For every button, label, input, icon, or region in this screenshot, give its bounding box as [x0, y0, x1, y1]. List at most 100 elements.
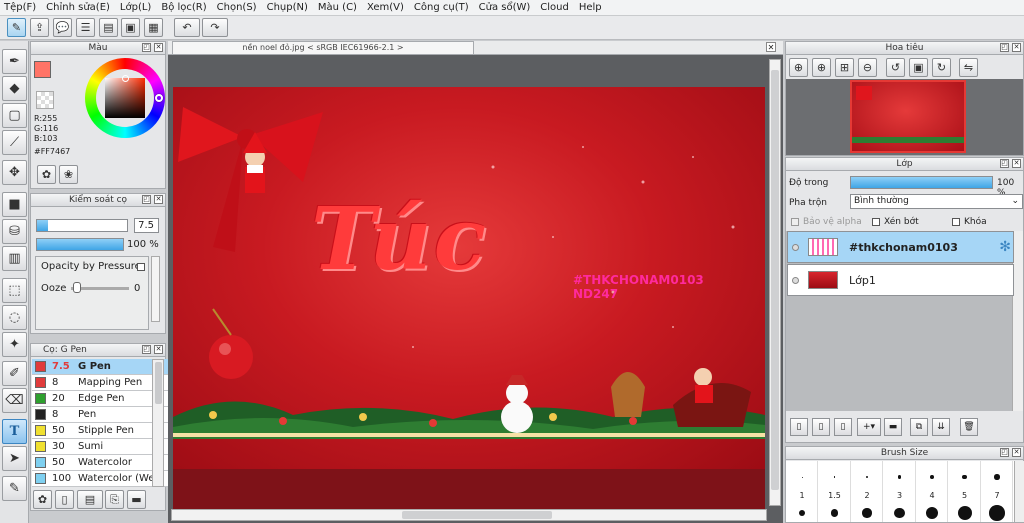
gear-icon[interactable]: ✻: [999, 239, 1011, 255]
new-raster-layer-icon[interactable]: ▯: [790, 418, 808, 436]
rectangle-tool-icon[interactable]: ▢: [2, 103, 27, 128]
speech-icon[interactable]: 💬: [53, 18, 72, 37]
select-pen-icon[interactable]: ✐: [2, 361, 27, 386]
zoom-in-icon[interactable]: ⊕: [789, 58, 808, 77]
clip-checkbox[interactable]: [872, 218, 880, 226]
eyedropper-tool-icon[interactable]: ✎: [2, 476, 27, 501]
zoom-icon[interactable]: ⊕: [812, 58, 831, 77]
lock-checkbox[interactable]: [952, 218, 960, 226]
transparent-color-swatch[interactable]: [36, 91, 54, 109]
copy-brush-icon[interactable]: ⎘: [105, 490, 124, 509]
brush-size-cell-label: 1: [799, 491, 805, 500]
opacity-slider[interactable]: [36, 238, 124, 251]
menu-item[interactable]: Công cụ(T): [414, 2, 469, 13]
layer-row[interactable]: Lớp1: [787, 264, 1014, 296]
fit-view-icon[interactable]: ⊞: [835, 58, 854, 77]
redo-icon[interactable]: ↷: [202, 18, 228, 37]
rotate-right-icon[interactable]: ↻: [932, 58, 951, 77]
brush-size-scrollbar[interactable]: [1014, 461, 1024, 522]
gradient-tool-icon[interactable]: ▥: [2, 246, 27, 271]
list-icon[interactable]: ☰: [76, 18, 95, 37]
canvas-close-icon[interactable]: ✕: [766, 42, 776, 52]
new-brush-icon[interactable]: ▯: [55, 490, 74, 509]
line-tool-icon[interactable]: ⟋: [2, 130, 27, 155]
brush-menu-icon[interactable]: ▤: [77, 490, 103, 509]
menu-item[interactable]: Help: [579, 2, 602, 13]
canvas-tab[interactable]: nền noel đỏ.jpg < sRGB IEC61966-2.1 >: [172, 41, 474, 55]
hue-marker[interactable]: [155, 94, 163, 102]
brush-size-cell[interactable]: 1: [786, 461, 818, 522]
move-tool-icon[interactable]: ✥: [2, 160, 27, 185]
copy-layer-icon[interactable]: ⧉: [910, 418, 928, 436]
menu-item[interactable]: Cửa sổ(W): [479, 2, 531, 13]
lasso-tool-icon[interactable]: ◌: [2, 305, 27, 330]
menu-item[interactable]: Chọn(S): [217, 2, 257, 13]
visibility-icon[interactable]: [792, 243, 799, 251]
layer-opacity-slider[interactable]: [850, 176, 993, 189]
marquee-tool-icon[interactable]: ⬚: [2, 278, 27, 303]
hue-wheel[interactable]: [85, 58, 165, 138]
merge-layer-icon[interactable]: ⇊: [932, 418, 950, 436]
opacity-pressure-checkbox[interactable]: [137, 263, 145, 271]
brush-settings-icon[interactable]: ✿: [33, 490, 52, 509]
layer-row[interactable]: #thkchonam0103 ✻: [787, 231, 1014, 263]
folder-icon[interactable]: ▬: [884, 418, 902, 436]
menu-item[interactable]: Màu (C): [318, 2, 357, 13]
menu-item[interactable]: Chỉnh sửa(E): [46, 2, 110, 13]
page-icon[interactable]: ▤: [99, 18, 118, 37]
export-icon[interactable]: ⇪: [30, 18, 49, 37]
tool-control-scrollbar[interactable]: [151, 256, 160, 322]
fill-color-tool-icon[interactable]: ■: [2, 192, 27, 217]
window-icon[interactable]: ▣: [121, 18, 140, 37]
new-layer-menu-icon[interactable]: +▾: [857, 418, 881, 436]
color-set-icon[interactable]: ✿: [37, 165, 56, 184]
trash-icon[interactable]: 🗑: [960, 418, 978, 436]
canvas-horizontal-scrollbar[interactable]: [171, 509, 767, 521]
zoom-out-icon[interactable]: ⊖: [858, 58, 877, 77]
brush-size-cell[interactable]: 3: [884, 461, 916, 522]
blend-mode-select[interactable]: Bình thường ⌄: [850, 194, 1023, 209]
text-tool-icon[interactable]: T: [2, 419, 27, 444]
brush-size-cell[interactable]: 2: [851, 461, 883, 522]
saturation-square[interactable]: [105, 78, 145, 118]
brush-size-cell[interactable]: 7: [981, 461, 1013, 522]
pen-tool-icon[interactable]: ✒: [2, 49, 27, 74]
color-history-icon[interactable]: ❀: [59, 165, 78, 184]
brush-size-cell[interactable]: 1.5: [819, 461, 851, 522]
visibility-icon[interactable]: [792, 276, 799, 284]
ooze-slider-handle[interactable]: [73, 282, 81, 293]
eraser-tool-icon[interactable]: ◆: [2, 76, 27, 101]
reset-view-icon[interactable]: ▣: [909, 58, 928, 77]
menu-item[interactable]: Bộ lọc(R): [161, 2, 206, 13]
brush-size-slider[interactable]: [36, 219, 128, 232]
undo-icon[interactable]: ↶: [174, 18, 200, 37]
canvas-vertical-scrollbar[interactable]: [769, 59, 781, 506]
new-folder-layer-icon[interactable]: ▯: [834, 418, 852, 436]
app-icon[interactable]: ✎: [7, 18, 26, 37]
protect-alpha-checkbox[interactable]: [791, 218, 799, 226]
brush-size-value[interactable]: 7.5: [134, 218, 159, 233]
menu-item[interactable]: Xem(V): [367, 2, 404, 13]
brush-folder-icon[interactable]: ▬: [127, 490, 146, 509]
color-marker[interactable]: [122, 75, 129, 82]
menu-item[interactable]: Chụp(N): [267, 2, 308, 13]
magic-wand-icon[interactable]: ✦: [2, 332, 27, 357]
rotate-left-icon[interactable]: ↺: [886, 58, 905, 77]
brush-name: Sumi: [78, 441, 104, 452]
operation-tool-icon[interactable]: ➤: [2, 446, 27, 471]
artwork-image[interactable]: Túc #THKCHONAM0103 ND247: [173, 87, 765, 469]
navigator-thumbnail[interactable]: [850, 80, 966, 153]
brush-list-scrollbar[interactable]: [152, 359, 164, 487]
grid-icon[interactable]: ▦: [144, 18, 163, 37]
clip-label: Xén bớt: [884, 217, 919, 227]
brush-size-cell[interactable]: 4: [916, 461, 948, 522]
brush-size-cell[interactable]: 5: [949, 461, 981, 522]
menu-item[interactable]: Lớp(L): [120, 2, 151, 13]
flip-icon[interactable]: ⇋: [959, 58, 978, 77]
new-vector-layer-icon[interactable]: ▯: [812, 418, 830, 436]
menu-item[interactable]: Cloud: [540, 2, 569, 13]
menu-item[interactable]: Tệp(F): [4, 2, 36, 13]
main-color-swatch[interactable]: [34, 61, 51, 78]
select-eraser-icon[interactable]: ⌫: [2, 388, 27, 413]
bucket-tool-icon[interactable]: ⛁: [2, 219, 27, 244]
